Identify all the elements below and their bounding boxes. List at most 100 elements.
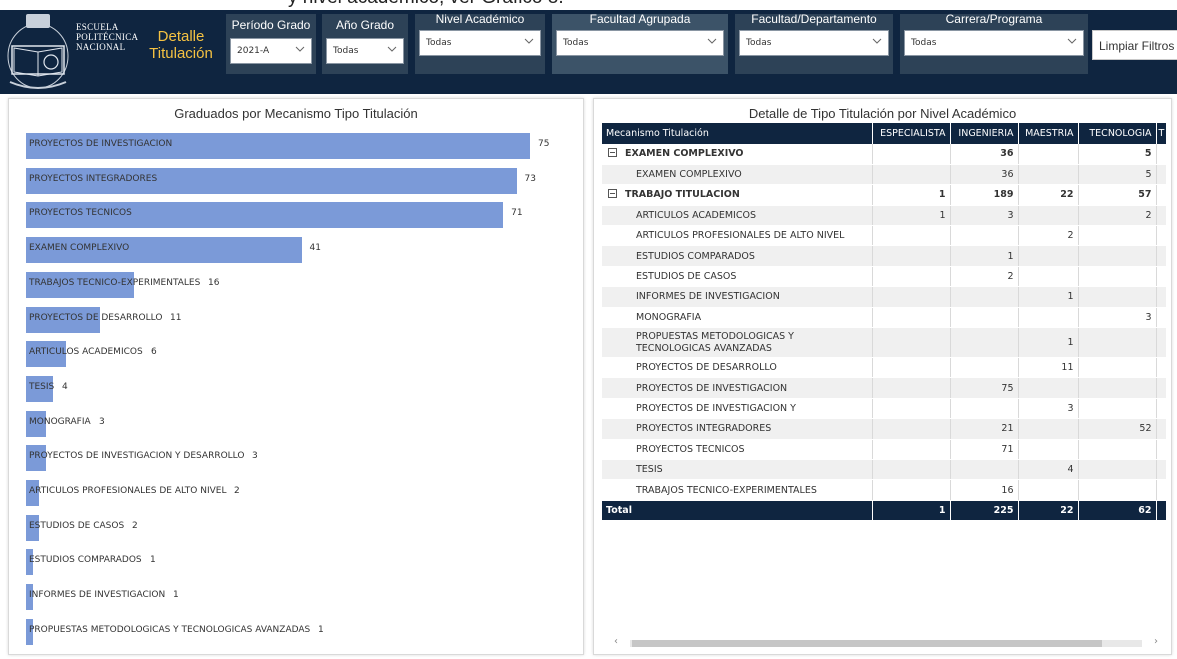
row-header-cell: EXAMEN COMPLEXIVO	[602, 144, 873, 165]
bar-value-label: 6	[151, 347, 157, 358]
table-cell: 2	[950, 266, 1019, 288]
column-header[interactable]: MAESTRIA	[1018, 123, 1079, 144]
table-cell: 1	[872, 184, 951, 206]
bar-value-label: 3	[99, 416, 105, 427]
scroll-right-icon[interactable]: ›	[1154, 636, 1158, 647]
clear-filters-button[interactable]: Limpiar Filtros	[1092, 30, 1177, 60]
facultad-agrupada-dropdown[interactable]: Todas	[556, 30, 724, 56]
table-group-row[interactable]: TRABAJO TITULACION 1 189 22 57	[602, 184, 1166, 206]
bar-value-label: 2	[234, 486, 240, 496]
collapse-icon[interactable]	[608, 189, 617, 199]
report-title-line: Titulación	[149, 45, 213, 62]
table-row[interactable]: PROYECTOS TECNICOS 71	[602, 439, 1166, 460]
table-cell: 16	[950, 479, 1019, 501]
university-seal-icon	[7, 14, 69, 89]
anio-grado-dropdown[interactable]: Todas	[326, 38, 404, 64]
total-cell: Total	[602, 500, 873, 522]
table-row[interactable]: ARTICULOS ACADEMICOS 1 3 2	[602, 205, 1166, 227]
bar-category-label: PROYECTOS TECNICOS	[29, 208, 132, 219]
bar-row[interactable]: PROYECTOS TECNICOS 71	[26, 198, 576, 232]
table-cell	[872, 266, 951, 288]
table-row[interactable]: MONOGRAFIA 3	[602, 307, 1166, 329]
table-edge-cell	[1156, 398, 1166, 420]
table-row[interactable]: ARTICULOS PROFESIONALES DE ALTO NIVEL 2	[602, 225, 1166, 247]
filter-label: Nivel Académico	[435, 12, 525, 26]
column-header[interactable]: Mecanismo Titulación	[602, 123, 873, 144]
bar-row[interactable]: ARTICULOS PROFESIONALES DE ALTO NIVEL 2	[26, 476, 576, 510]
table-row[interactable]: ESTUDIOS COMPARADOS 1	[602, 245, 1166, 267]
dropdown-value: Todas	[911, 38, 937, 48]
bar-category-label: TRABAJOS TECNICO-EXPERIMENTALES	[29, 277, 201, 288]
bar-row[interactable]: PROYECTOS DE INVESTIGACION 75	[26, 129, 576, 163]
scroll-left-icon[interactable]: ‹	[614, 636, 618, 647]
bar-row[interactable]: ESTUDIOS COMPARADOS 1	[26, 545, 576, 579]
filter-label: Período Grado	[231, 18, 311, 32]
table-cell	[872, 398, 951, 420]
table-row[interactable]: PROPUESTAS METODOLOGICAS Y TECNOLOGICAS …	[602, 327, 1166, 359]
bar-row[interactable]: PROPUESTAS METODOLOGICAS Y TECNOLOGICAS …	[26, 615, 576, 649]
column-header[interactable]: T	[1156, 123, 1166, 144]
table-row[interactable]: PROYECTOS DE INVESTIGACION 75	[602, 377, 1166, 399]
table-row[interactable]: PROYECTOS DE DESARROLLO 11	[602, 357, 1166, 379]
bar-category-label: PROYECTOS DE INVESTIGACION Y DESARROLLO	[29, 451, 245, 462]
bar-row[interactable]: ARTICULOS ACADEMICOS 6	[26, 337, 576, 371]
carrera-programa-dropdown[interactable]: Todas	[904, 30, 1084, 56]
scroll-thumb[interactable]	[632, 640, 1102, 647]
collapse-icon[interactable]	[608, 148, 617, 158]
table-row[interactable]: EXAMEN COMPLEXIVO 36 5	[602, 164, 1166, 186]
periodo-grado-dropdown[interactable]: 2021-A	[230, 38, 312, 64]
table-edge-cell	[1156, 500, 1167, 522]
table-cell	[950, 357, 1019, 379]
table-cell	[872, 459, 951, 481]
bar-row[interactable]: ESTUDIOS DE CASOS 2	[26, 511, 576, 545]
chevron-down-icon	[1067, 38, 1077, 44]
bar-row[interactable]: PROYECTOS INTEGRADORES 73	[26, 164, 576, 198]
table-edge-cell	[1156, 225, 1166, 247]
filter-facultad-agrupada: Facultad Agrupada Todas	[552, 12, 728, 74]
table-cell	[1078, 459, 1157, 481]
bar-row[interactable]: TRABAJOS TECNICO-EXPERIMENTALES 16	[26, 268, 576, 302]
row-header-cell: PROYECTOS INTEGRADORES	[602, 418, 873, 440]
nivel-academico-dropdown[interactable]: Todas	[419, 30, 541, 56]
bar-category-label: MONOGRAFIA	[29, 416, 91, 427]
table-row[interactable]: PROYECTOS DE INVESTIGACION Y 3	[602, 398, 1166, 420]
filter-carrera-programa: Carrera/Programa Todas	[900, 12, 1088, 74]
column-header[interactable]: ESPECIALISTA	[872, 123, 951, 144]
bar-row[interactable]: MONOGRAFIA 3	[26, 407, 576, 441]
row-label: PROYECTOS DE INVESTIGACION Y	[636, 402, 796, 414]
bar-row[interactable]: EXAMEN COMPLEXIVO 41	[26, 233, 576, 267]
table-edge-cell	[1156, 184, 1166, 206]
row-label: ARTICULOS PROFESIONALES DE ALTO NIVEL	[636, 230, 845, 242]
bar-chart-title: Graduados por Mecanismo Tipo Titulación	[174, 106, 418, 121]
table-cell	[1018, 377, 1079, 399]
dropdown-value: Todas	[746, 38, 772, 48]
bar-row[interactable]: PROYECTOS DE DESARROLLO 11	[26, 303, 576, 337]
table-edge-cell	[1156, 205, 1166, 227]
table-cell: 189	[950, 184, 1019, 206]
column-header[interactable]: TECNOLOGIA	[1078, 123, 1157, 144]
table-row[interactable]: INFORMES DE INVESTIGACION 1	[602, 286, 1166, 308]
table-row[interactable]: ESTUDIOS DE CASOS 2	[602, 266, 1166, 288]
chevron-down-icon	[707, 38, 717, 44]
bar-row[interactable]: TESIS 4	[26, 372, 576, 406]
column-header[interactable]: INGENIERIA	[950, 123, 1019, 144]
table-cell	[950, 307, 1019, 329]
facultad-departamento-dropdown[interactable]: Todas	[739, 30, 889, 56]
horizontal-scrollbar[interactable]: ‹ ›	[612, 636, 1160, 650]
filter-label: Año Grado	[335, 18, 395, 32]
bar-row[interactable]: INFORMES DE INVESTIGACION 1	[26, 580, 576, 614]
table-cell: 1	[950, 245, 1019, 267]
table-cell: 57	[1078, 184, 1157, 206]
bar-value-label: 1	[318, 624, 324, 635]
table-row[interactable]: TRABAJOS TECNICO-EXPERIMENTALES 16	[602, 479, 1166, 501]
table-row[interactable]: PROYECTOS INTEGRADORES 21 52	[602, 418, 1166, 440]
row-header-cell: PROYECTOS DE INVESTIGACION Y	[602, 398, 873, 420]
total-cell: 1	[872, 500, 951, 522]
bar-row[interactable]: PROYECTOS DE INVESTIGACION Y DESARROLLO 3	[26, 441, 576, 475]
table-row[interactable]: TESIS 4	[602, 459, 1166, 481]
bar-category-label: PROYECTOS DE DESARROLLO	[29, 312, 163, 323]
table-cell: 36	[950, 164, 1019, 186]
table-cell	[872, 439, 951, 460]
table-cell	[1078, 245, 1157, 267]
table-group-row[interactable]: EXAMEN COMPLEXIVO 36 5	[602, 144, 1166, 165]
